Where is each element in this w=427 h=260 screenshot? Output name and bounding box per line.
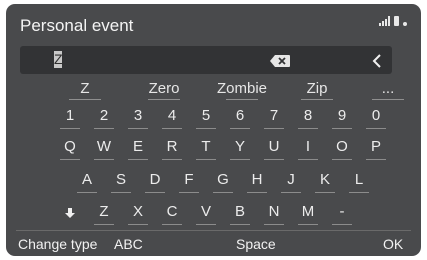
shift-arrow-icon: [65, 208, 75, 218]
key[interactable]: 7: [260, 105, 288, 129]
chevron-left-icon: [372, 54, 381, 68]
key[interactable]: I: [294, 136, 322, 160]
key[interactable]: 3: [124, 105, 152, 129]
shift-key[interactable]: [56, 201, 84, 225]
key[interactable]: P: [362, 136, 390, 160]
page-title: Personal event: [20, 16, 134, 35]
space-button[interactable]: Space: [236, 236, 276, 252]
key[interactable]: N: [260, 201, 288, 225]
key[interactable]: X: [124, 201, 152, 225]
key[interactable]: M: [294, 201, 322, 225]
key[interactable]: W: [90, 136, 118, 160]
bottom-divider: [16, 230, 411, 231]
ok-button[interactable]: OK: [383, 236, 403, 252]
abc-button[interactable]: ABC: [114, 236, 143, 252]
key[interactable]: S: [107, 169, 135, 193]
key[interactable]: 6: [226, 105, 254, 129]
key[interactable]: 0: [362, 105, 390, 129]
suggestion-item[interactable]: Z: [64, 78, 106, 100]
change-type-button[interactable]: Change type: [18, 236, 97, 252]
key[interactable]: Y: [226, 136, 254, 160]
key[interactable]: G: [209, 169, 237, 193]
signal-bars-icon: [379, 16, 390, 26]
backspace-button[interactable]: [258, 50, 302, 72]
key[interactable]: 8: [294, 105, 322, 129]
key[interactable]: C: [158, 201, 186, 225]
key[interactable]: K: [311, 169, 339, 193]
key[interactable]: V: [192, 201, 220, 225]
more-suggestions-button[interactable]: ...: [368, 78, 408, 100]
key[interactable]: E: [124, 136, 152, 160]
key[interactable]: A: [73, 169, 101, 193]
key[interactable]: L: [345, 169, 373, 193]
backspace-icon: [270, 55, 290, 67]
key[interactable]: 4: [158, 105, 186, 129]
key[interactable]: 1: [56, 105, 84, 129]
key[interactable]: F: [175, 169, 203, 193]
key[interactable]: B: [226, 201, 254, 225]
key[interactable]: T: [192, 136, 220, 160]
bottom-bar: Change type ABC Space OK: [6, 232, 421, 256]
status-dot-icon: [403, 22, 407, 26]
suggestion-item[interactable]: Zero: [138, 78, 190, 100]
key[interactable]: 5: [192, 105, 220, 129]
text-input-field[interactable]: Z: [20, 46, 392, 74]
key[interactable]: U: [260, 136, 288, 160]
key[interactable]: -: [328, 201, 356, 225]
key[interactable]: R: [158, 136, 186, 160]
key[interactable]: O: [328, 136, 356, 160]
battery-icon: [394, 16, 399, 26]
key[interactable]: D: [141, 169, 169, 193]
back-button[interactable]: [364, 50, 390, 72]
keyboard-screen: Personal event Z Z Zero Zombie Zip ... 1…: [6, 4, 421, 256]
key[interactable]: 9: [328, 105, 356, 129]
key[interactable]: H: [243, 169, 271, 193]
status-icons: [379, 16, 407, 26]
key[interactable]: Q: [56, 136, 84, 160]
key[interactable]: J: [277, 169, 305, 193]
key[interactable]: Z: [90, 201, 118, 225]
suggestion-item[interactable]: Zombie: [211, 78, 273, 100]
suggestion-item[interactable]: Zip: [296, 78, 338, 100]
key[interactable]: 2: [90, 105, 118, 129]
input-value: Z: [54, 51, 63, 68]
